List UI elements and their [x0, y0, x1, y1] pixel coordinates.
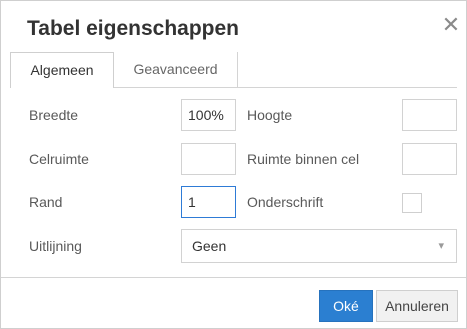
cellpadding-field[interactable] [402, 143, 457, 175]
tab-general[interactable]: Algemeen [10, 52, 114, 88]
caption-label: Onderschrift [247, 194, 324, 210]
border-label: Rand [29, 194, 63, 210]
height-field[interactable] [402, 99, 457, 131]
table-properties-dialog: Tabel eigenschappen ✕ Algemeen Geavancee… [0, 0, 467, 329]
alignment-select[interactable]: Geen ▾ [181, 229, 457, 263]
width-field[interactable]: 100% [181, 99, 236, 131]
close-icon[interactable]: ✕ [439, 13, 463, 37]
caption-checkbox[interactable] [402, 193, 422, 213]
tab-advanced[interactable]: Geavanceerd [114, 52, 238, 87]
alignment-value: Geen [192, 238, 227, 254]
tab-bar: Algemeen Geavanceerd [10, 52, 457, 88]
border-field[interactable]: 1 [181, 186, 236, 218]
dialog-title: Tabel eigenschappen [27, 17, 239, 40]
chevron-down-icon: ▾ [438, 240, 444, 252]
cellpadding-label: Ruimte binnen cel [247, 151, 360, 167]
dialog-footer: Oké Annuleren [1, 277, 466, 328]
cellspacing-label: Celruimte [29, 151, 89, 167]
cellspacing-field[interactable] [181, 143, 236, 175]
cancel-button[interactable]: Annuleren [376, 290, 458, 322]
width-label: Breedte [29, 107, 79, 123]
height-label: Hoogte [247, 107, 293, 123]
alignment-label: Uitlijning [29, 238, 82, 254]
ok-button[interactable]: Oké [319, 290, 373, 322]
